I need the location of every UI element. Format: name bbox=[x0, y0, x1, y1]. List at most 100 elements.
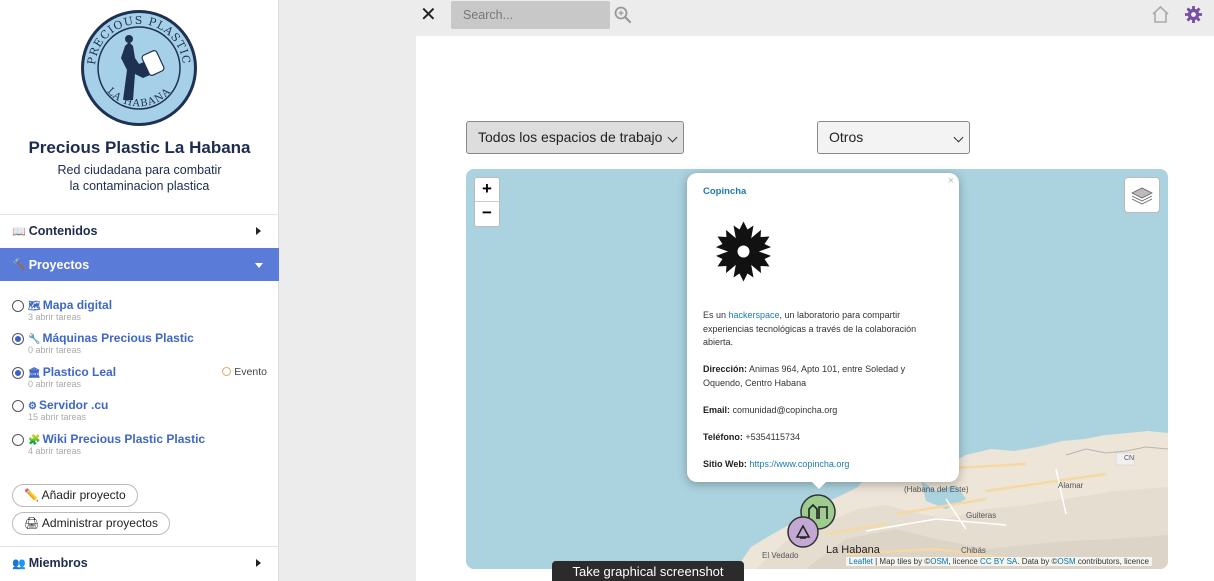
project-item[interactable]: 🧩 Wiki Precious Plastic Plastic 4 abrir t… bbox=[12, 430, 272, 460]
project-name[interactable]: 🏛 Plastico Leal bbox=[28, 365, 116, 379]
section-label: Contenidos bbox=[28, 224, 98, 238]
attribution-text: , licence bbox=[948, 557, 981, 566]
sidebar: PRECIOUS PLASTIC LA HABANA Precious Plas… bbox=[0, 0, 279, 581]
event-label: Evento bbox=[234, 366, 267, 378]
event-dot-icon bbox=[222, 367, 232, 376]
popup-close-button[interactable]: × bbox=[948, 175, 954, 187]
manage-projects-button[interactable]: 🖨 Administrar proyectos bbox=[12, 512, 170, 535]
project-item[interactable]: 🏛 Plastico Leal 0 abrir tareas Evento bbox=[12, 363, 272, 393]
phone-value: +5354115734 bbox=[742, 432, 800, 442]
gear-small-icon: ⚙ bbox=[28, 401, 37, 412]
osm-link[interactable]: OSM bbox=[930, 557, 948, 566]
map-marker-recycle[interactable] bbox=[786, 515, 820, 549]
popup-address: Dirección: Animas 964, Apto 101, entre S… bbox=[703, 363, 943, 390]
map-label-chibas: Chibás bbox=[961, 546, 986, 555]
project-tasks: 0 abrir tareas bbox=[28, 345, 82, 355]
project-tasks: 15 abrir tareas bbox=[28, 412, 87, 422]
map-label-alamar: Alamar bbox=[1058, 481, 1084, 490]
project-item[interactable]: ⚙ Servidor .cu 15 abrir tareas bbox=[12, 396, 272, 426]
close-icon[interactable]: ✕ bbox=[420, 5, 437, 25]
hammer-icon: 🔨 bbox=[12, 259, 26, 271]
site-subtitle: Red ciudadana para combatir la contamina… bbox=[0, 162, 279, 194]
project-tasks: 0 abrir tareas bbox=[28, 379, 82, 389]
copincha-logo bbox=[715, 221, 772, 282]
event-badge: Evento bbox=[222, 366, 267, 378]
project-name-text: Máquinas Precious Plastic bbox=[42, 331, 194, 345]
puzzle-icon: 🧩 bbox=[28, 435, 41, 446]
search-zoom-icon[interactable] bbox=[614, 6, 632, 24]
chevron-down-icon bbox=[667, 132, 678, 143]
caret-down-icon bbox=[255, 263, 263, 268]
desc-pre: Es un bbox=[703, 310, 729, 320]
project-radio[interactable] bbox=[12, 367, 24, 379]
phone-label: Teléfono: bbox=[703, 432, 743, 442]
cc-by-sa-link[interactable]: CC BY SA bbox=[980, 557, 1017, 566]
book-icon: 📖 bbox=[12, 225, 26, 238]
zoom-out-button[interactable]: − bbox=[475, 202, 499, 226]
add-project-button[interactable]: ✏️ Añadir proyecto bbox=[12, 484, 138, 507]
project-item[interactable]: 🔧 Máquinas Precious Plastic 0 abrir tarea… bbox=[12, 329, 272, 359]
members-icon: 👥 bbox=[12, 557, 26, 570]
project-name-text: Wiki Precious Plastic Plastic bbox=[42, 432, 206, 446]
zoom-control: + − bbox=[474, 177, 500, 227]
map-label-guiteras: Guiteras bbox=[966, 511, 997, 520]
sidebar-section-proyectos[interactable]: 🔨 Proyectos bbox=[0, 248, 279, 281]
map-popup: × Copincha Es un hackerspace, un laborat… bbox=[687, 173, 959, 482]
map-label-cn: CN bbox=[1124, 455, 1135, 462]
caret-right-icon bbox=[256, 559, 261, 567]
caret-right-icon bbox=[256, 227, 261, 235]
project-radio[interactable] bbox=[12, 400, 24, 412]
project-name[interactable]: 🧩 Wiki Precious Plastic Plastic bbox=[28, 432, 205, 446]
attribution-text: . Data by © bbox=[1017, 557, 1058, 566]
wrench-icon: 🔧 bbox=[28, 334, 41, 345]
osm-link[interactable]: OSM bbox=[1057, 557, 1075, 566]
project-name-text: Plastico Leal bbox=[42, 365, 117, 379]
map-icon: 🗺 bbox=[28, 301, 41, 312]
project-item[interactable]: 🗺 Mapa digital 3 abrir tareas bbox=[12, 296, 272, 326]
home-icon[interactable] bbox=[1151, 5, 1170, 24]
address-label: Dirección: bbox=[703, 364, 748, 374]
search-input[interactable] bbox=[451, 1, 610, 29]
layers-button[interactable] bbox=[1124, 177, 1160, 213]
project-tasks: 4 abrir tareas bbox=[28, 446, 82, 456]
project-tasks: 3 abrir tareas bbox=[28, 312, 82, 322]
popup-description: Es un hackerspace, un laboratorio para c… bbox=[703, 309, 943, 350]
popup-phone: Teléfono: +5354115734 bbox=[703, 431, 943, 445]
project-name-text: Servidor .cu bbox=[38, 398, 109, 412]
project-name-text: Mapa digital bbox=[42, 298, 113, 312]
map-attribution: Leaflet | Map tiles by ©OSM, licence CC … bbox=[845, 557, 1152, 566]
section-label: Miembros bbox=[28, 556, 88, 570]
project-name[interactable]: 🗺 Mapa digital bbox=[28, 298, 112, 312]
attribution-text: contributors, licence bbox=[1075, 557, 1149, 566]
project-name[interactable]: 🔧 Máquinas Precious Plastic bbox=[28, 331, 194, 345]
map-label-el-vedado: El Vedado bbox=[762, 551, 799, 560]
email-value: comunidad@copincha.org bbox=[730, 405, 838, 415]
project-radio[interactable] bbox=[12, 434, 24, 446]
category-select[interactable]: Otros bbox=[817, 121, 970, 154]
sidebar-section-miembros[interactable]: 👥 Miembros bbox=[0, 546, 279, 579]
email-label: Email: bbox=[703, 405, 731, 415]
attribution-text: | Map tiles by © bbox=[872, 557, 931, 566]
project-radio[interactable] bbox=[12, 300, 24, 312]
project-radio[interactable] bbox=[12, 333, 24, 345]
website-label: Sitio Web: bbox=[703, 459, 747, 469]
category-select-value: Otros bbox=[829, 129, 864, 145]
layers-icon bbox=[1131, 187, 1153, 205]
website-link[interactable]: https://www.copincha.org bbox=[749, 459, 849, 469]
leaflet-link[interactable]: Leaflet bbox=[849, 557, 873, 566]
map-label-la-habana: La Habana bbox=[826, 544, 880, 556]
screenshot-tooltip: Take graphical screenshot bbox=[552, 561, 744, 581]
map-label-habana-este: (Habana del Este) bbox=[904, 485, 969, 494]
popup-tip bbox=[810, 480, 828, 489]
section-label: Proyectos bbox=[28, 257, 90, 272]
subtitle-line-2: la contaminacion plastica bbox=[69, 179, 210, 193]
workspace-select[interactable]: Todos los espacios de trabajo bbox=[466, 121, 684, 154]
zoom-in-button[interactable]: + bbox=[475, 178, 499, 202]
subtitle-line-1: Red ciudadana para combatir bbox=[57, 163, 222, 177]
gear-icon[interactable] bbox=[1184, 5, 1203, 24]
sidebar-section-contenidos[interactable]: 📖 Contenidos bbox=[0, 214, 279, 247]
project-name[interactable]: ⚙ Servidor .cu bbox=[28, 398, 108, 412]
workspace-select-value: Todos los espacios de trabajo bbox=[478, 129, 663, 145]
hackerspace-link[interactable]: hackerspace bbox=[729, 310, 780, 320]
precious-plastic-logo[interactable]: PRECIOUS PLASTIC LA HABANA bbox=[79, 8, 199, 128]
